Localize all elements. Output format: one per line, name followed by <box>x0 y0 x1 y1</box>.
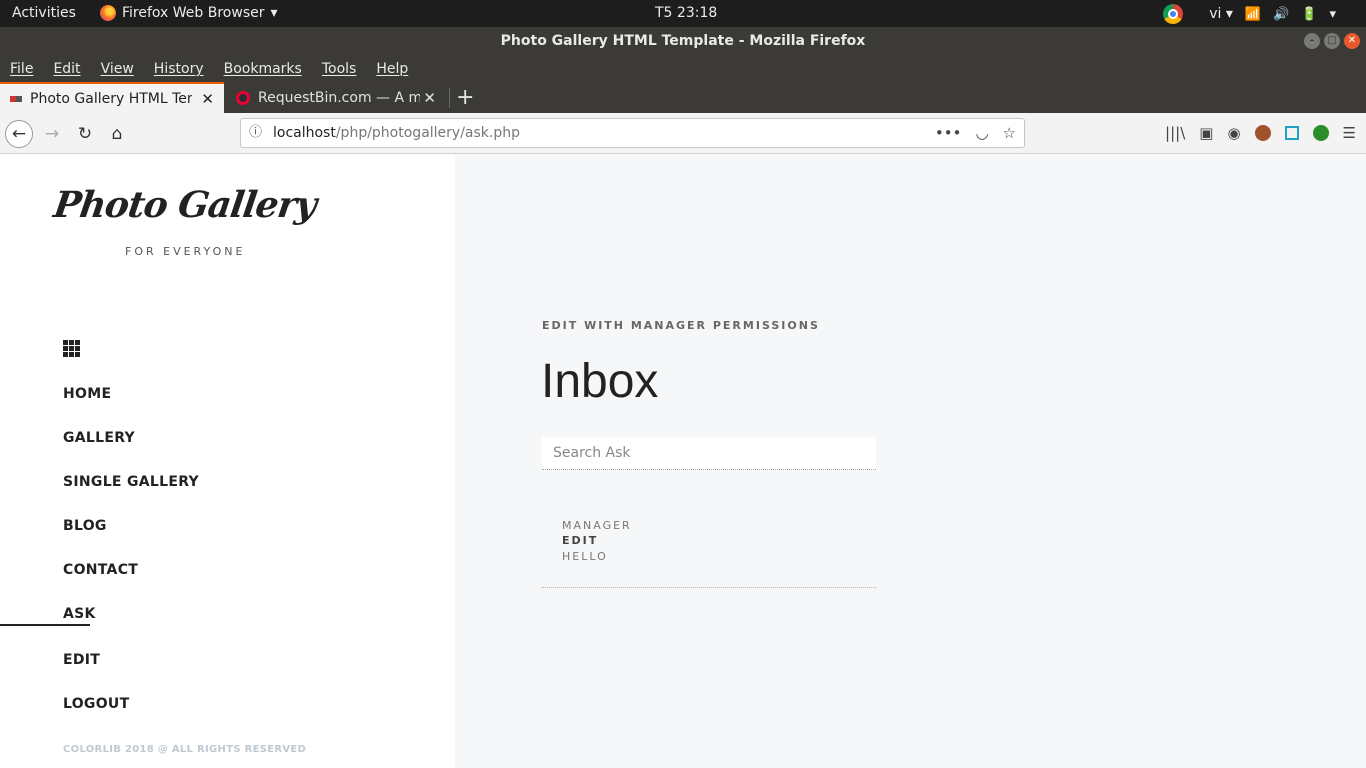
address-bar[interactable]: ⓘ localhost/php/photogallery/ask.php •••… <box>240 118 1025 148</box>
library-icon[interactable]: |||\ <box>1165 124 1185 142</box>
favicon-icon <box>10 95 22 102</box>
page-actions-icon[interactable]: ••• <box>935 119 962 147</box>
back-icon[interactable]: ← <box>5 120 33 148</box>
tab-strip: Photo Gallery HTML Tem ✕ RequestBin.com … <box>0 82 1366 113</box>
grid-menu-icon[interactable] <box>63 340 80 357</box>
wifi-icon[interactable]: 📶 <box>1245 7 1261 22</box>
activities-button[interactable]: Activities <box>12 5 76 21</box>
nav-item-logout[interactable]: LOGOUT <box>63 696 129 712</box>
page-title: Inbox <box>541 355 659 408</box>
nav-item-home[interactable]: HOME <box>63 386 111 402</box>
tab-requestbin[interactable]: RequestBin.com — A mo ✕ <box>226 82 446 113</box>
site-tagline: FOR EVERYONE <box>125 245 246 258</box>
forward-icon[interactable]: → <box>38 120 66 148</box>
message-sender: MANAGER <box>562 519 632 532</box>
app-menu[interactable]: Firefox Web Browser ▾ <box>100 5 278 21</box>
sidebar-icon[interactable]: ▣ <box>1199 124 1213 142</box>
close-icon[interactable]: ✕ <box>1344 33 1360 49</box>
menu-history[interactable]: History <box>154 61 204 77</box>
battery-icon[interactable]: 🔋 <box>1301 7 1317 22</box>
sidebar: Photo Gallery FOR EVERYONE HOME GALLERY … <box>0 154 455 768</box>
account-icon[interactable]: ◉ <box>1227 124 1240 142</box>
favicon-icon <box>236 90 250 105</box>
close-tab-icon[interactable]: ✕ <box>423 89 436 107</box>
tab-label: Photo Gallery HTML Tem <box>30 90 192 107</box>
site-logo[interactable]: Photo Gallery <box>51 184 319 226</box>
menu-bar: File Edit View History Bookmarks Tools H… <box>0 55 1366 82</box>
save-icon[interactable] <box>1284 126 1299 140</box>
window-title: Photo Gallery HTML Template - Mozilla Fi… <box>500 33 866 49</box>
nav-item-contact[interactable]: CONTACT <box>63 562 138 578</box>
extension-icon[interactable] <box>1254 125 1271 141</box>
menu-bookmarks[interactable]: Bookmarks <box>224 61 302 77</box>
hamburger-menu-icon[interactable]: ☰ <box>1343 124 1356 142</box>
menu-tools[interactable]: Tools <box>322 61 357 77</box>
firefox-icon <box>100 5 116 21</box>
nav-item-blog[interactable]: BLOG <box>63 518 107 534</box>
maximize-icon[interactable]: □ <box>1324 33 1340 49</box>
reload-icon[interactable]: ↻ <box>71 120 99 148</box>
tab-photo-gallery[interactable]: Photo Gallery HTML Tem ✕ <box>0 82 224 113</box>
nav-item-single-gallery[interactable]: SINGLE GALLERY <box>63 474 199 490</box>
pocket-icon[interactable]: ◡ <box>975 119 988 147</box>
info-icon[interactable]: ⓘ <box>249 119 262 147</box>
chevron-down-icon: ▾ <box>270 5 278 21</box>
close-tab-icon[interactable]: ✕ <box>201 90 214 108</box>
nav-item-edit[interactable]: EDIT <box>63 652 100 668</box>
copyright: COLORLIB 2018 @ ALL RIGHTS RESERVED <box>63 744 307 755</box>
tab-separator <box>449 88 450 108</box>
extension-icon[interactable] <box>1312 125 1329 141</box>
home-icon[interactable]: ⌂ <box>103 120 131 148</box>
volume-icon[interactable]: 🔊 <box>1273 7 1289 22</box>
chevron-down-icon[interactable]: ▾ <box>1329 7 1336 22</box>
nav-item-gallery[interactable]: GALLERY <box>63 430 135 446</box>
new-tab-icon[interactable]: + <box>456 85 474 110</box>
message-text: HELLO <box>562 550 608 563</box>
bookmark-star-icon[interactable]: ☆ <box>1003 119 1016 147</box>
nav-item-ask[interactable]: ASK <box>63 606 96 622</box>
active-nav-underline <box>0 624 90 626</box>
menu-help[interactable]: Help <box>376 61 408 77</box>
section-eyebrow: EDIT WITH MANAGER PERMISSIONS <box>542 319 820 332</box>
navigation-toolbar: ← → ↻ ⌂ ⓘ localhost/php/photogallery/ask… <box>0 113 1366 154</box>
menu-edit[interactable]: Edit <box>53 61 80 77</box>
url-text[interactable]: localhost/php/photogallery/ask.php <box>273 119 520 147</box>
minimize-icon[interactable]: – <box>1304 33 1320 49</box>
app-menu-label: Firefox Web Browser <box>122 5 265 21</box>
clock[interactable]: T5 23:18 <box>655 5 717 21</box>
chrome-icon[interactable] <box>1163 4 1184 24</box>
language-indicator[interactable]: vi ▾ <box>1209 6 1233 22</box>
menu-file[interactable]: File <box>10 61 33 77</box>
main-content: EDIT WITH MANAGER PERMISSIONS Inbox MANA… <box>455 154 1366 768</box>
window-title-bar: Photo Gallery HTML Template - Mozilla Fi… <box>0 27 1366 55</box>
message-action-link[interactable]: EDIT <box>562 534 598 547</box>
system-top-bar: Activities Firefox Web Browser ▾ T5 23:1… <box>0 0 1366 27</box>
menu-view[interactable]: View <box>101 61 134 77</box>
message-item[interactable]: MANAGER EDIT HELLO <box>542 519 876 588</box>
search-input[interactable] <box>542 437 876 470</box>
tab-label: RequestBin.com — A mo <box>258 89 420 106</box>
